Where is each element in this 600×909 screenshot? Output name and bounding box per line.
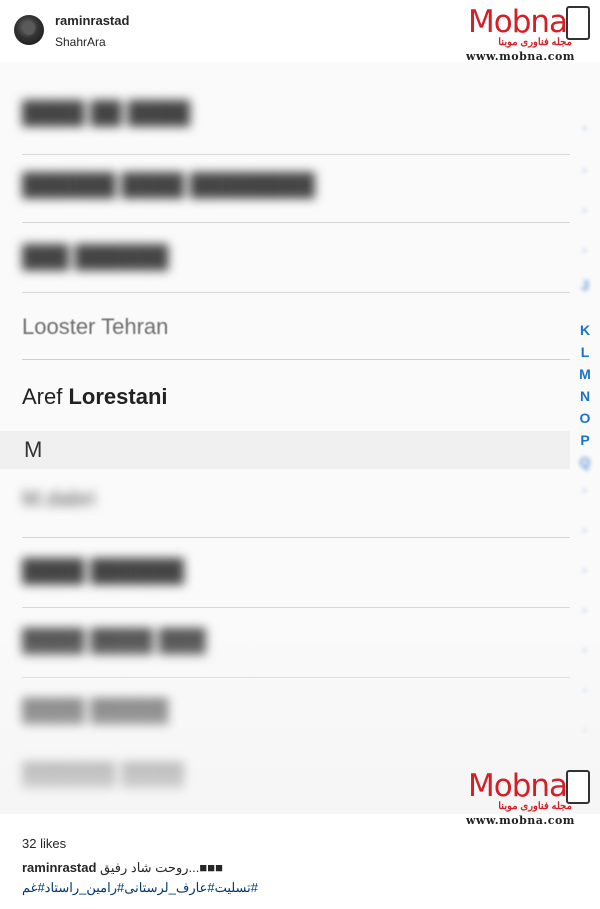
watermark-logo: Mobna bbox=[468, 4, 568, 40]
caption-hashtags[interactable]: #تسلیت#عارف_لرستانی#رامین_راستاد#غم bbox=[22, 880, 258, 896]
watermark-subtitle: مجله فناوری موبنا bbox=[498, 37, 572, 48]
row-divider bbox=[22, 537, 570, 538]
caption-username[interactable]: raminrastad bbox=[22, 860, 96, 875]
post-username[interactable]: raminrastad bbox=[55, 13, 129, 28]
section-header: M bbox=[0, 431, 570, 469]
index-dot: · bbox=[582, 162, 588, 178]
mobna-watermark-bottom: Mobna مجله فناوری موبنا www.mobna.com bbox=[466, 768, 596, 827]
contact-last-name: Lorestani bbox=[68, 384, 168, 409]
row-divider bbox=[22, 222, 570, 223]
blurred-contact-row: ███ ██████ bbox=[22, 244, 169, 269]
contact-row-looster-tehran: Looster Tehran bbox=[22, 314, 169, 339]
section-header-label: M bbox=[24, 437, 43, 462]
index-letter: P bbox=[580, 432, 590, 448]
contact-row-aref-lorestani: Aref Lorestani bbox=[22, 384, 168, 410]
index-letter: O bbox=[579, 410, 591, 426]
mobna-watermark-top: Mobna مجله فناوری موبنا www.mobna.com bbox=[466, 4, 596, 63]
watermark-subtitle: مجله فناوری موبنا bbox=[498, 801, 572, 812]
profile-avatar[interactable] bbox=[14, 15, 44, 45]
index-dot: · bbox=[582, 562, 588, 578]
index-dot: · bbox=[582, 202, 588, 218]
index-dot: · bbox=[582, 482, 588, 498]
index-dot: · bbox=[582, 522, 588, 538]
post-caption: raminrastad روحت شاد رفیق...■■■ bbox=[22, 860, 223, 876]
post-image[interactable]: ████ ██ ████ ██████ ████ ████████ ███ ██… bbox=[0, 62, 600, 814]
index-dot: · bbox=[582, 120, 588, 136]
blurred-contact-row: ████ ██████ bbox=[22, 558, 184, 583]
blurred-contact-row: ██████ ████ ████████ bbox=[22, 172, 315, 197]
index-letter: Q bbox=[579, 454, 591, 470]
row-divider bbox=[22, 292, 570, 293]
index-letter: N bbox=[579, 388, 591, 404]
phone-icon bbox=[566, 6, 590, 40]
index-letter: J bbox=[581, 277, 589, 293]
phone-icon bbox=[566, 770, 590, 804]
likes-count[interactable]: 32 likes bbox=[22, 836, 66, 851]
contact-first-name: Aref bbox=[22, 384, 63, 409]
index-letter: K bbox=[579, 322, 591, 338]
row-divider bbox=[22, 359, 570, 360]
blurred-contact-row: M.dabri bbox=[22, 486, 96, 511]
index-dot: · bbox=[582, 242, 588, 258]
post-location[interactable]: ShahrAra bbox=[55, 35, 106, 49]
blurred-contact-row: ████ ██ ████ bbox=[22, 100, 191, 125]
watermark-url: www.mobna.com bbox=[466, 50, 575, 63]
watermark-logo: Mobna bbox=[468, 768, 568, 804]
watermark-url: www.mobna.com bbox=[466, 814, 575, 827]
index-letter: L bbox=[580, 344, 590, 360]
row-divider bbox=[22, 607, 570, 608]
row-divider bbox=[22, 154, 570, 155]
index-letter: M bbox=[579, 366, 591, 382]
caption-text: روحت شاد رفیق...■■■ bbox=[100, 860, 223, 875]
